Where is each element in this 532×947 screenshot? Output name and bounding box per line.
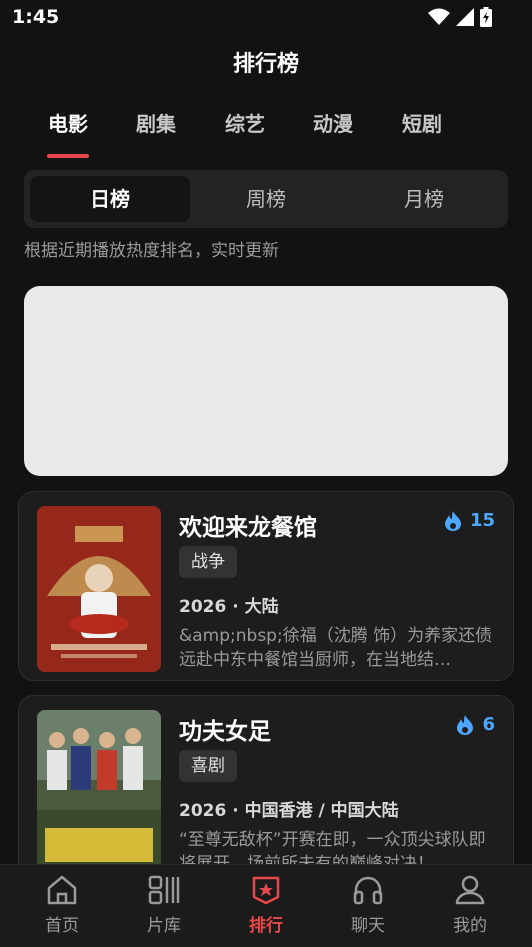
wifi-icon <box>428 8 450 25</box>
movie-description: &amp;nbsp;徐福（沈腾 饰）为养家还债远赴中东中餐馆当厨师，在当地结… <box>179 626 493 670</box>
headset-icon <box>353 876 383 905</box>
heat-count: 15 <box>469 510 495 531</box>
banner-placeholder[interactable] <box>24 286 508 476</box>
tab-daily[interactable]: 日榜 <box>30 176 190 222</box>
movie-title: 欢迎来龙餐馆 <box>179 515 317 541</box>
bottom-navigation: 首页 片库 排行 聊天 我的 <box>0 864 532 947</box>
page-title: 排行榜 <box>232 52 299 77</box>
nav-label: 首页 <box>45 916 79 936</box>
nav-home[interactable]: 首页 <box>22 875 102 936</box>
flame-icon <box>457 714 474 735</box>
genre-tag: 喜剧 <box>179 750 237 782</box>
period-segmented-control: 日榜 周榜 月榜 <box>24 170 508 228</box>
ranking-card[interactable]: 欢迎来龙餐馆 15 战争 2026 · 大陆 &amp;nbsp;徐福（沈腾 饰… <box>18 491 514 681</box>
heat-count: 6 <box>482 714 495 735</box>
ranking-description: 根据近期播放热度排名，实时更新 <box>24 241 279 261</box>
signal-icon <box>456 8 474 26</box>
nav-profile[interactable]: 我的 <box>430 875 510 936</box>
nav-label: 聊天 <box>351 916 385 936</box>
nav-label: 片库 <box>147 916 181 936</box>
movie-title: 功夫女足 <box>179 719 271 745</box>
battery-icon <box>480 7 492 27</box>
library-icon <box>148 875 180 905</box>
ranking-card[interactable]: 功夫女足 6 喜剧 2026 · 中国香港 / 中国大陆 “至尊无敌杯”开赛在即… <box>18 695 514 885</box>
tab-anime[interactable]: 动漫 <box>298 108 368 137</box>
status-bar: 1:45 <box>0 0 532 36</box>
status-time: 1:45 <box>12 6 60 28</box>
heat-indicator: 15 <box>444 510 495 531</box>
nav-label: 我的 <box>453 916 487 936</box>
status-icons <box>428 7 492 27</box>
heat-indicator: 6 <box>456 714 495 735</box>
movie-meta: 2026 · 中国香港 / 中国大陆 <box>179 801 399 821</box>
user-icon <box>455 875 485 905</box>
nav-chat[interactable]: 聊天 <box>328 875 408 936</box>
home-icon <box>47 875 77 905</box>
tab-variety[interactable]: 综艺 <box>210 108 280 137</box>
poster-image <box>37 710 161 876</box>
active-tab-indicator <box>47 154 89 158</box>
tab-movies[interactable]: 电影 <box>33 108 103 137</box>
movie-meta: 2026 · 大陆 <box>179 597 279 617</box>
tab-short-drama[interactable]: 短剧 <box>387 108 457 137</box>
nav-label: 排行 <box>249 916 283 936</box>
flame-icon <box>444 510 461 531</box>
tab-weekly[interactable]: 周榜 <box>186 176 346 222</box>
genre-tag: 战争 <box>179 546 237 578</box>
nav-library[interactable]: 片库 <box>124 875 204 936</box>
tab-series[interactable]: 剧集 <box>121 108 191 137</box>
poster-image <box>37 506 161 672</box>
category-tabs: 电影 剧集 综艺 动漫 短剧 <box>0 108 532 160</box>
ranking-icon <box>252 876 280 905</box>
tab-monthly[interactable]: 月榜 <box>344 176 504 222</box>
nav-ranking[interactable]: 排行 <box>226 875 306 936</box>
